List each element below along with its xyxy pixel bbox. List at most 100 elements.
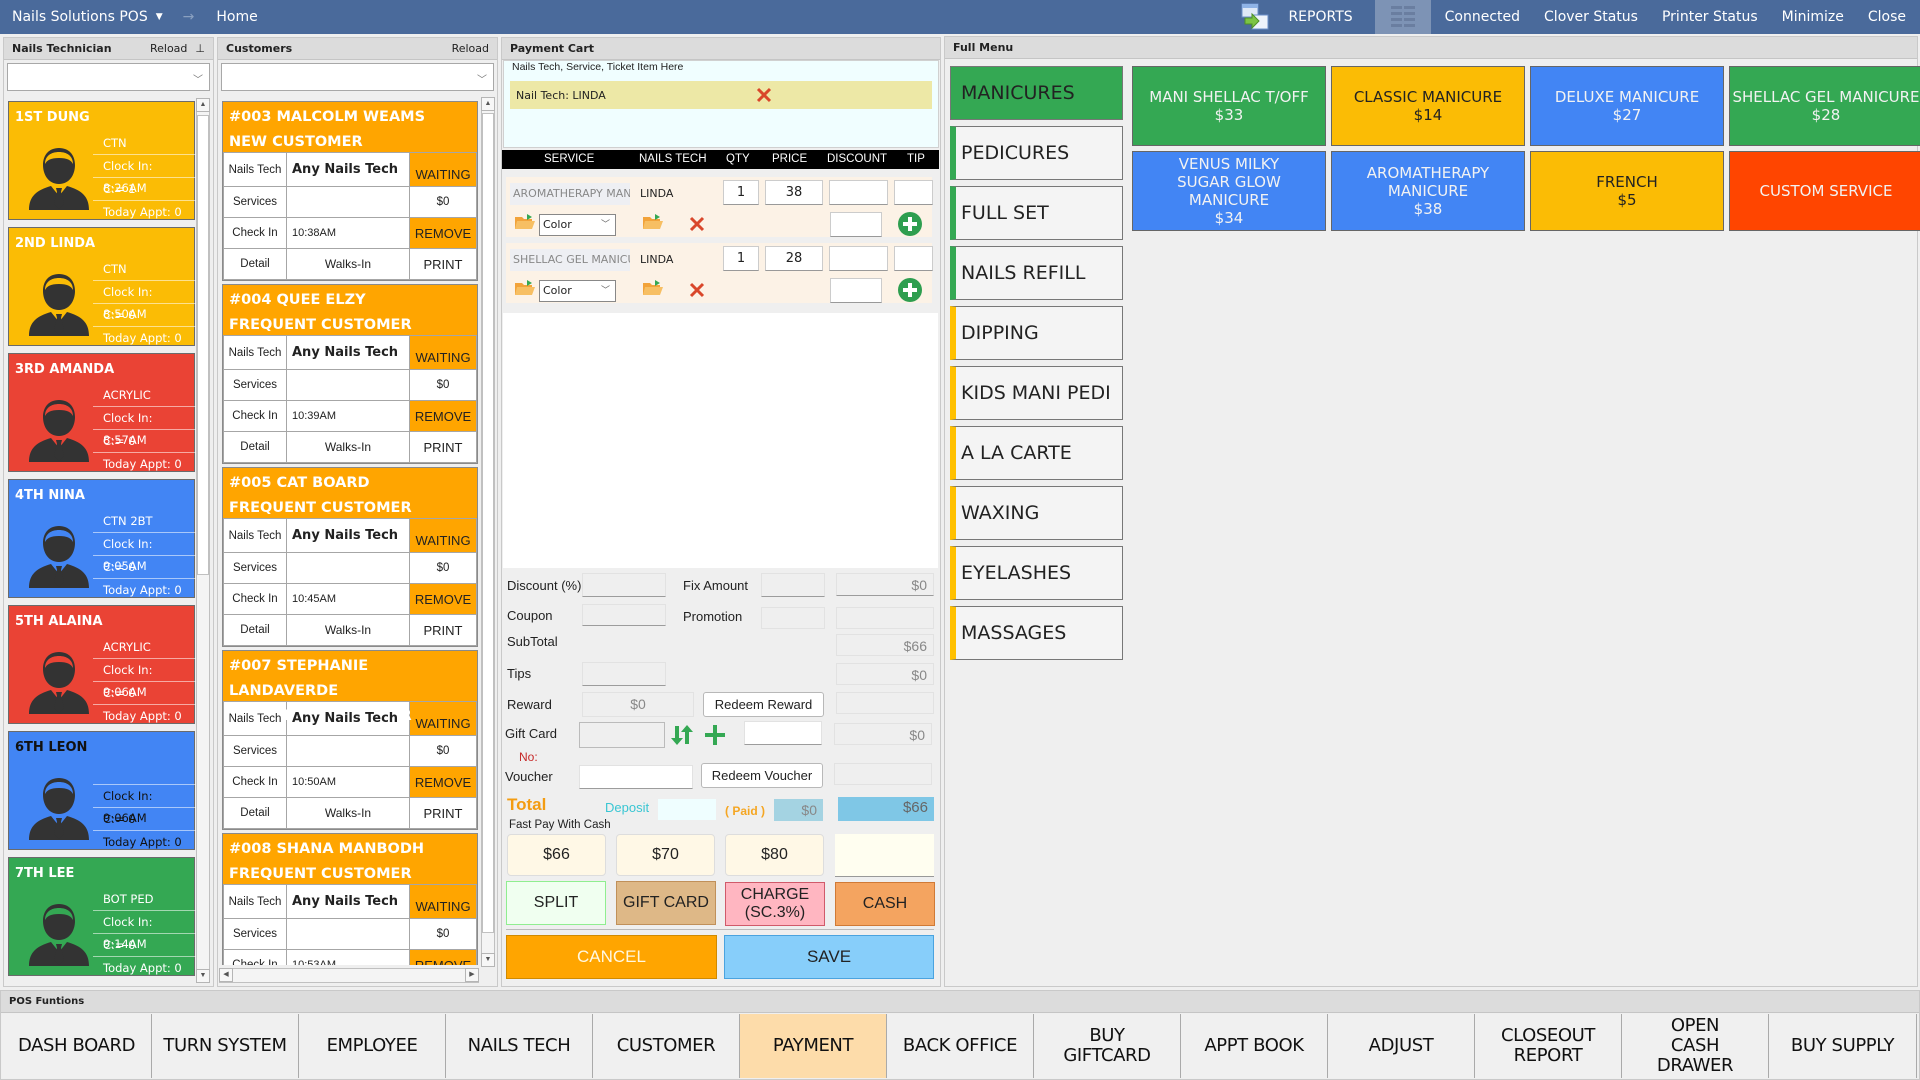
technicians-reload-button[interactable]: Reload <box>150 42 187 55</box>
pos-button-back-office[interactable]: BACK OFFICE <box>887 1014 1034 1078</box>
line-discount-input[interactable] <box>830 212 882 237</box>
price-input[interactable]: 38 <box>765 180 823 205</box>
status-badge[interactable]: WAITING <box>409 884 477 919</box>
customer-card[interactable]: #004 QUEE ELZY FREQUENT CUSTOMER Nails T… <box>222 284 478 464</box>
qty-input[interactable]: 1 <box>723 246 759 271</box>
status-badge[interactable]: WAITING <box>409 335 477 370</box>
line-discount-input[interactable] <box>830 278 882 303</box>
scroll-right-button[interactable]: ▶ <box>465 968 479 982</box>
breadcrumb-home[interactable]: Home <box>216 9 257 25</box>
add-item-icon[interactable] <box>897 277 923 303</box>
folder-icon[interactable] <box>642 279 664 300</box>
gift-card-button[interactable]: GIFT CARD <box>616 881 716 925</box>
price-input[interactable]: 28 <box>765 246 823 271</box>
customer-card[interactable]: #003 MALCOLM WEAMS NEW CUSTOMER Nails Te… <box>222 101 478 281</box>
category-dipping[interactable]: DIPPING <box>950 306 1123 360</box>
fast-pay-button[interactable]: $66 <box>507 834 606 876</box>
reports-button[interactable]: REPORTS <box>1230 0 1374 34</box>
remove-button[interactable]: REMOVE <box>409 766 477 798</box>
discount-input[interactable] <box>582 573 666 597</box>
customer-card[interactable]: #005 CAT BOARD FREQUENT CUSTOMER Nails T… <box>222 467 478 647</box>
pos-button-employee[interactable]: EMPLOYEE <box>299 1014 446 1078</box>
customer-card[interactable]: #008 SHANA MANBODH FREQUENT CUSTOMER Nai… <box>222 833 478 965</box>
fast-pay-button[interactable]: $80 <box>725 834 824 876</box>
service-button[interactable]: MANI SHELLAC T/OFF $33 <box>1132 66 1326 146</box>
save-button[interactable]: SAVE <box>724 935 934 979</box>
category-kids-mani-pedi[interactable]: KIDS MANI PEDI <box>950 366 1123 420</box>
print-button[interactable]: PRINT <box>409 431 477 463</box>
customer-tech[interactable]: Any Nails Tech <box>286 335 410 370</box>
fast-pay-button[interactable]: $70 <box>616 834 715 876</box>
pos-button-buy-giftcard[interactable]: BUY GIFTCARD <box>1034 1014 1181 1078</box>
discount-input[interactable] <box>829 246 888 271</box>
layout-toggle-button[interactable] <box>1374 0 1431 34</box>
status-badge[interactable]: WAITING <box>409 152 477 187</box>
pos-button-closeout-report[interactable]: CLOSEOUT REPORT <box>1475 1014 1622 1078</box>
category-a-la-carte[interactable]: A LA CARTE <box>950 426 1123 480</box>
remove-tech-icon[interactable] <box>756 87 772 103</box>
color-dropdown[interactable]: Color ﹀ <box>539 280 616 302</box>
custom-cash-input[interactable] <box>835 834 934 877</box>
customer-tech[interactable]: Any Nails Tech <box>286 884 410 919</box>
category-eyelashes[interactable]: EYELASHES <box>950 546 1123 600</box>
category-pedicures[interactable]: PEDICURES <box>950 126 1123 180</box>
customer-tech[interactable]: Any Nails Tech <box>286 152 410 187</box>
service-button[interactable]: DELUXE MANICURE $27 <box>1530 66 1724 146</box>
remove-button[interactable]: REMOVE <box>409 400 477 432</box>
service-button[interactable]: FRENCH $5 <box>1530 151 1724 231</box>
discount-input[interactable] <box>829 180 888 205</box>
minimize-button[interactable]: Minimize <box>1770 0 1856 34</box>
color-dropdown[interactable]: Color ﹀ <box>539 214 616 236</box>
status-badge[interactable]: WAITING <box>409 518 477 553</box>
add-item-icon[interactable] <box>897 211 923 237</box>
category-manicures[interactable]: MANICURES <box>950 66 1123 120</box>
fix-amount-input[interactable] <box>761 573 825 597</box>
category-full-set[interactable]: FULL SET <box>950 186 1123 240</box>
folder-icon[interactable] <box>514 213 536 234</box>
add-gift-card-icon[interactable] <box>703 723 727 747</box>
scroll-left-button[interactable]: ◀ <box>219 968 233 982</box>
pos-button-turn-system[interactable]: TURN SYSTEM <box>152 1014 299 1078</box>
pos-button-nails-tech[interactable]: NAILS TECH <box>446 1014 593 1078</box>
remove-button[interactable]: REMOVE <box>409 583 477 615</box>
scroll-up-button[interactable]: ▲ <box>481 97 495 111</box>
customer-card[interactable]: #007 STEPHANIE LANDAVERDE FREQUENT CUSTO… <box>222 650 478 830</box>
scroll-thumb[interactable] <box>482 113 494 933</box>
customer-filter-dropdown[interactable]: ﹀ <box>221 63 494 91</box>
swap-arrows-icon[interactable] <box>669 723 695 747</box>
qty-input[interactable]: 1 <box>723 180 759 205</box>
pos-button-appt-book[interactable]: APPT BOOK <box>1181 1014 1328 1078</box>
service-button[interactable]: VENUS MILKY SUGAR GLOW MANICURE $34 <box>1132 151 1326 231</box>
close-button[interactable]: Close <box>1856 0 1920 34</box>
voucher-input[interactable] <box>579 765 693 789</box>
coupon-input[interactable] <box>582 604 666 626</box>
remove-button[interactable]: REMOVE <box>409 949 477 965</box>
category-waxing[interactable]: WAXING <box>950 486 1123 540</box>
scroll-down-button[interactable]: ▼ <box>196 969 210 983</box>
remove-button[interactable]: REMOVE <box>409 217 477 249</box>
deposit-input[interactable] <box>658 799 716 820</box>
connected-status[interactable]: Connected <box>1431 0 1532 34</box>
customers-hscrollbar[interactable] <box>219 968 479 983</box>
delete-line-icon[interactable] <box>689 216 705 232</box>
category-nails-refill[interactable]: NAILS REFILL <box>950 246 1123 300</box>
gift-card-amount-input[interactable] <box>744 721 822 745</box>
printer-status-link[interactable]: Printer Status <box>1650 0 1770 34</box>
delete-line-icon[interactable] <box>689 282 705 298</box>
technician-filter-dropdown[interactable]: ﹀ <box>7 63 210 91</box>
category-massages[interactable]: MASSAGES <box>950 606 1123 660</box>
service-button[interactable]: SHELLAC GEL MANICURE $28 <box>1729 66 1920 146</box>
split-button[interactable]: SPLIT <box>506 881 606 925</box>
folder-icon[interactable] <box>514 279 536 300</box>
pos-button-buy-supply[interactable]: BUY SUPPLY <box>1769 1014 1917 1078</box>
scroll-down-button[interactable]: ▼ <box>481 953 495 967</box>
print-button[interactable]: PRINT <box>409 614 477 646</box>
app-menu[interactable]: Nails Solutions POS ▼ <box>12 9 163 25</box>
pos-button-payment[interactable]: PAYMENT <box>740 1014 887 1078</box>
pos-button-open-cash-drawer[interactable]: OPEN CASH DRAWER <box>1622 1014 1769 1078</box>
clover-status-link[interactable]: Clover Status <box>1532 0 1650 34</box>
pos-button-dash-board[interactable]: DASH BOARD <box>2 1014 152 1078</box>
service-button[interactable]: CLASSIC MANICURE $14 <box>1331 66 1525 146</box>
promotion-input[interactable] <box>761 607 825 629</box>
cancel-button[interactable]: CANCEL <box>506 935 717 979</box>
